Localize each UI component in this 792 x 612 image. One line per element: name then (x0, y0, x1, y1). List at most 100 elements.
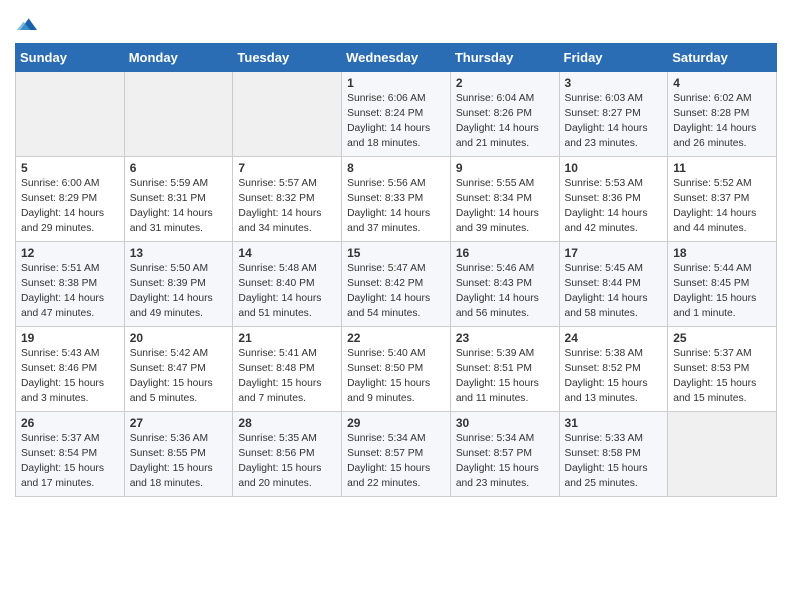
week-row-3: 12 Sunrise: 5:51 AM Sunset: 8:38 PM Dayli… (16, 242, 777, 327)
day-number: 19 (21, 331, 119, 345)
calendar-cell: 21 Sunrise: 5:41 AM Sunset: 8:48 PM Dayli… (233, 327, 342, 412)
calendar-cell: 3 Sunrise: 6:03 AM Sunset: 8:27 PM Daylig… (559, 72, 668, 157)
day-info: Sunrise: 5:37 AM Sunset: 8:53 PM Dayligh… (673, 347, 771, 407)
calendar-cell: 27 Sunrise: 5:36 AM Sunset: 8:55 PM Dayli… (124, 412, 233, 497)
day-info: Sunrise: 5:34 AM Sunset: 8:57 PM Dayligh… (456, 432, 554, 492)
day-number: 13 (130, 246, 228, 260)
day-number: 10 (565, 161, 663, 175)
day-number: 7 (238, 161, 336, 175)
day-info: Sunrise: 5:37 AM Sunset: 8:54 PM Dayligh… (21, 432, 119, 492)
day-header-tuesday: Tuesday (233, 44, 342, 72)
calendar-cell: 2 Sunrise: 6:04 AM Sunset: 8:26 PM Daylig… (450, 72, 559, 157)
calendar-cell: 11 Sunrise: 5:52 AM Sunset: 8:37 PM Dayli… (668, 157, 777, 242)
logo (15, 15, 37, 35)
calendar-cell (124, 72, 233, 157)
day-info: Sunrise: 5:52 AM Sunset: 8:37 PM Dayligh… (673, 177, 771, 237)
day-info: Sunrise: 5:59 AM Sunset: 8:31 PM Dayligh… (130, 177, 228, 237)
day-header-monday: Monday (124, 44, 233, 72)
day-info: Sunrise: 5:38 AM Sunset: 8:52 PM Dayligh… (565, 347, 663, 407)
day-number: 22 (347, 331, 445, 345)
calendar-cell: 17Sunrise: 5:45 AM Sunset: 8:44 PM Dayli… (559, 242, 668, 327)
day-info: Sunrise: 5:35 AM Sunset: 8:56 PM Dayligh… (238, 432, 336, 492)
week-row-5: 26Sunrise: 5:37 AM Sunset: 8:54 PM Dayli… (16, 412, 777, 497)
day-info: Sunrise: 5:33 AM Sunset: 8:58 PM Dayligh… (565, 432, 663, 492)
calendar-header: SundayMondayTuesdayWednesdayThursdayFrid… (16, 44, 777, 72)
calendar-cell: 5Sunrise: 6:00 AM Sunset: 8:29 PM Daylig… (16, 157, 125, 242)
day-info: Sunrise: 6:03 AM Sunset: 8:27 PM Dayligh… (565, 92, 663, 152)
calendar-cell: 12 Sunrise: 5:51 AM Sunset: 8:38 PM Dayli… (16, 242, 125, 327)
calendar-cell: 1Sunrise: 6:06 AM Sunset: 8:24 PM Daylig… (342, 72, 451, 157)
calendar-cell: 30 Sunrise: 5:34 AM Sunset: 8:57 PM Dayli… (450, 412, 559, 497)
day-number: 8 (347, 161, 445, 175)
day-number: 2 (456, 76, 554, 90)
calendar-cell (233, 72, 342, 157)
calendar-cell: 14Sunrise: 5:48 AM Sunset: 8:40 PM Dayli… (233, 242, 342, 327)
day-info: Sunrise: 5:44 AM Sunset: 8:45 PM Dayligh… (673, 262, 771, 322)
day-info: Sunrise: 5:40 AM Sunset: 8:50 PM Dayligh… (347, 347, 445, 407)
day-header-thursday: Thursday (450, 44, 559, 72)
page-header (15, 10, 777, 35)
day-info: Sunrise: 5:42 AM Sunset: 8:47 PM Dayligh… (130, 347, 228, 407)
calendar-cell: 15 Sunrise: 5:47 AM Sunset: 8:42 PM Dayli… (342, 242, 451, 327)
day-info: Sunrise: 5:57 AM Sunset: 8:32 PM Dayligh… (238, 177, 336, 237)
day-number: 25 (673, 331, 771, 345)
day-number: 3 (565, 76, 663, 90)
calendar-cell: 8 Sunrise: 5:56 AM Sunset: 8:33 PM Daylig… (342, 157, 451, 242)
calendar-table: SundayMondayTuesdayWednesdayThursdayFrid… (15, 43, 777, 497)
calendar-cell: 29Sunrise: 5:34 AM Sunset: 8:57 PM Dayli… (342, 412, 451, 497)
day-info: Sunrise: 5:51 AM Sunset: 8:38 PM Dayligh… (21, 262, 119, 322)
calendar-cell: 19 Sunrise: 5:43 AM Sunset: 8:46 PM Dayli… (16, 327, 125, 412)
day-number: 21 (238, 331, 336, 345)
calendar-cell: 18 Sunrise: 5:44 AM Sunset: 8:45 PM Dayli… (668, 242, 777, 327)
calendar-cell: 9Sunrise: 5:55 AM Sunset: 8:34 PM Daylig… (450, 157, 559, 242)
day-info: Sunrise: 6:02 AM Sunset: 8:28 PM Dayligh… (673, 92, 771, 152)
week-row-4: 19 Sunrise: 5:43 AM Sunset: 8:46 PM Dayli… (16, 327, 777, 412)
day-number: 4 (673, 76, 771, 90)
day-number: 6 (130, 161, 228, 175)
header-row: SundayMondayTuesdayWednesdayThursdayFrid… (16, 44, 777, 72)
day-number: 27 (130, 416, 228, 430)
day-number: 18 (673, 246, 771, 260)
day-info: Sunrise: 5:41 AM Sunset: 8:48 PM Dayligh… (238, 347, 336, 407)
day-number: 20 (130, 331, 228, 345)
day-info: Sunrise: 5:53 AM Sunset: 8:36 PM Dayligh… (565, 177, 663, 237)
day-number: 23 (456, 331, 554, 345)
day-header-sunday: Sunday (16, 44, 125, 72)
day-header-saturday: Saturday (668, 44, 777, 72)
day-number: 15 (347, 246, 445, 260)
day-number: 24 (565, 331, 663, 345)
day-header-wednesday: Wednesday (342, 44, 451, 72)
calendar-cell: 13 Sunrise: 5:50 AM Sunset: 8:39 PM Dayli… (124, 242, 233, 327)
day-info: Sunrise: 5:47 AM Sunset: 8:42 PM Dayligh… (347, 262, 445, 322)
day-info: Sunrise: 5:56 AM Sunset: 8:33 PM Dayligh… (347, 177, 445, 237)
day-info: Sunrise: 5:50 AM Sunset: 8:39 PM Dayligh… (130, 262, 228, 322)
day-number: 12 (21, 246, 119, 260)
calendar-cell (668, 412, 777, 497)
logo-icon (17, 15, 37, 35)
calendar-cell: 26Sunrise: 5:37 AM Sunset: 8:54 PM Dayli… (16, 412, 125, 497)
day-number: 1 (347, 76, 445, 90)
day-info: Sunrise: 5:45 AM Sunset: 8:44 PM Dayligh… (565, 262, 663, 322)
day-number: 30 (456, 416, 554, 430)
day-number: 16 (456, 246, 554, 260)
calendar-cell: 6 Sunrise: 5:59 AM Sunset: 8:31 PM Daylig… (124, 157, 233, 242)
day-info: Sunrise: 5:46 AM Sunset: 8:43 PM Dayligh… (456, 262, 554, 322)
day-number: 14 (238, 246, 336, 260)
day-number: 11 (673, 161, 771, 175)
calendar-cell: 22 Sunrise: 5:40 AM Sunset: 8:50 PM Dayli… (342, 327, 451, 412)
calendar-cell: 20 Sunrise: 5:42 AM Sunset: 8:47 PM Dayli… (124, 327, 233, 412)
calendar-cell: 23 Sunrise: 5:39 AM Sunset: 8:51 PM Dayli… (450, 327, 559, 412)
calendar-cell: 16 Sunrise: 5:46 AM Sunset: 8:43 PM Dayli… (450, 242, 559, 327)
week-row-2: 5Sunrise: 6:00 AM Sunset: 8:29 PM Daylig… (16, 157, 777, 242)
calendar-cell: 25 Sunrise: 5:37 AM Sunset: 8:53 PM Dayli… (668, 327, 777, 412)
calendar-cell: 28Sunrise: 5:35 AM Sunset: 8:56 PM Dayli… (233, 412, 342, 497)
day-info: Sunrise: 6:04 AM Sunset: 8:26 PM Dayligh… (456, 92, 554, 152)
calendar-body: 1Sunrise: 6:06 AM Sunset: 8:24 PM Daylig… (16, 72, 777, 497)
day-number: 31 (565, 416, 663, 430)
day-info: Sunrise: 5:36 AM Sunset: 8:55 PM Dayligh… (130, 432, 228, 492)
day-number: 9 (456, 161, 554, 175)
calendar-cell: 31 Sunrise: 5:33 AM Sunset: 8:58 PM Dayli… (559, 412, 668, 497)
day-info: Sunrise: 5:43 AM Sunset: 8:46 PM Dayligh… (21, 347, 119, 407)
day-info: Sunrise: 5:39 AM Sunset: 8:51 PM Dayligh… (456, 347, 554, 407)
day-info: Sunrise: 6:00 AM Sunset: 8:29 PM Dayligh… (21, 177, 119, 237)
